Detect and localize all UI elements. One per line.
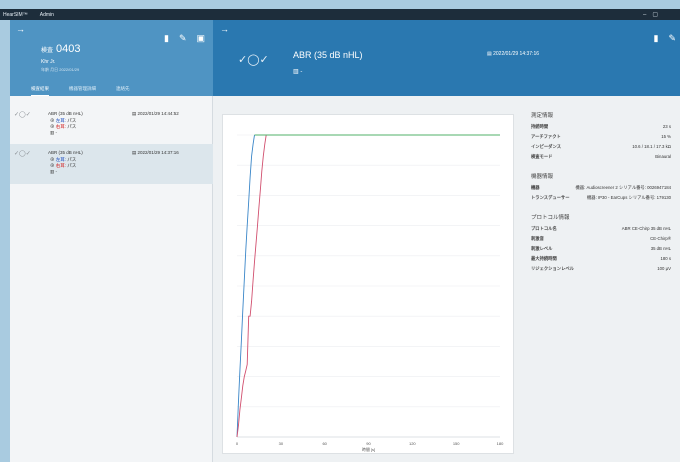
x-tick-label: 0 [236,441,239,446]
collapse-arrow-icon[interactable]: → [16,24,25,34]
measurement-info-title: 測定情報 [531,113,554,119]
info-value: 23 s [662,124,671,129]
info-row: 検査モード Binaural [531,154,671,160]
info-value: 180 s [660,256,671,261]
x-axis-label: 時間 [s] [362,446,375,452]
info-key: リジェクションレベル [531,266,574,271]
result-extra: ▥ - [50,169,58,174]
device-info-title: 機器情報 [531,174,554,180]
patient-id: 検査 0403 [41,43,81,55]
measurement-info: 持続時間 23 s アーチファクト 15 % インピーダンス 10.6 / 18.1 / … [531,124,671,160]
result-body: 0 30 60 90 120 150 180 時間 [s] 測定情報 持続時間 23 s アーチフ… [213,96,680,462]
info-value: 機器: IP30 - EarCups シリアル番号: 179130 [586,195,671,200]
info-row: 刺激レベル 35 dB nHL [531,246,671,252]
ear-status-icon: ✓◯✓ [14,112,31,118]
result-list-item[interactable]: ✓◯✓ ABR (35 dB nHL) ▤ 2022/01/29 14:37:1… [10,144,213,184]
info-row: 持続時間 23 s [531,124,671,130]
x-tick-label: 180 [497,441,504,446]
info-row: プロトコル名 ABR CE-Chirp 35 dB nHL [531,226,671,232]
result-title: ABR (35 dB nHL) [48,150,83,155]
info-value: 機器: Audioscreener 2 シリアル番号: 0026947184 [575,185,672,190]
edit-icon[interactable]: ✎ [668,33,676,44]
info-row: 機器 機器: Audioscreener 2 シリアル番号: 0026947184 [531,185,671,191]
patient-header: → ▮ ✎ ▣ 検査 0403 Khr Jr. 年齢 月日 2022/01/29 … [10,20,213,96]
info-value: 100 µV [657,266,671,271]
app-name: HearSIM™ [3,11,28,18]
app-frame: → ▮ ✎ ▣ 検査 0403 Khr Jr. 年齢 月日 2022/01/29 … [10,20,680,462]
info-key: インピーダンス [531,144,561,149]
info-row: アーチファクト 15 % [531,134,671,140]
back-arrow-icon[interactable]: → [220,24,229,34]
user-name: Admin [39,11,54,18]
info-value: 35 dB nHL [650,246,671,251]
x-tick-label: 150 [453,441,460,446]
patient-tabs: 検査結果 機器管理詳細 連絡先 [10,86,213,96]
abr-chart: 0 30 60 90 120 150 180 時間 [s] [236,134,504,452]
ear-status-icon: ✓◯✓ [14,151,31,157]
x-tick-label: 60 [322,441,327,446]
result-title: ABR (35 dB nHL) [48,111,83,116]
window-controls[interactable]: –▢ [643,11,664,18]
info-key: 刺激レベル [531,246,553,251]
info-key: トランスデューサー [531,195,570,200]
info-value: ABR CE-Chirp 35 dB nHL [621,226,671,231]
info-key: 検査モード [531,154,553,159]
x-tick-label: 90 [366,441,371,446]
tab-results[interactable]: 検査結果 [31,86,49,96]
smiley-pass-icon: ✓◯✓ [238,54,269,66]
info-value: 10.6 / 18.1 / 17.3 kΩ [632,144,671,149]
info-panel: 測定情報 持続時間 23 s アーチファクト 15 % インピーダンス 10.6 / 18… [531,111,671,276]
result-date: ▤ 2022/01/29 14:44:52 [132,111,179,116]
info-key: プロトコル名 [531,226,557,231]
info-row: 最大持続時間 180 s [531,256,671,262]
info-key: 持続時間 [531,124,549,129]
result-header: → ▮ ✎ ✓◯✓ ABR (35 dB nHL) ▥ - ▤ 2022/01/… [213,20,680,96]
info-value: Binaural [655,154,671,159]
info-value: CE-Chirp® [650,236,671,241]
x-tick-label: 30 [279,441,284,446]
result-header-date: ▤ 2022/01/29 14:37:16 [487,51,540,57]
patient-panel: → ▮ ✎ ▣ 検査 0403 Khr Jr. 年齢 月日 2022/01/29 … [10,20,213,462]
result-extra: ▥ - [50,130,58,135]
info-key: アーチファクト [531,134,561,139]
x-tick-label: 120 [409,441,416,446]
patient-detail: 年齢 月日 2022/01/29 [41,67,80,72]
info-key: 刺激音 [531,236,544,241]
protocol-info-title: プロトコル情報 [531,215,570,221]
device-info: 機器 機器: Audioscreener 2 シリアル番号: 0026947184… [531,185,671,201]
delete-icon[interactable]: ▮ [654,33,659,44]
print-icon[interactable]: ▣ [196,33,205,44]
info-key: 最大持続時間 [531,256,557,261]
info-key: 機器 [531,185,540,190]
info-row: リジェクションレベル 100 µV [531,266,671,272]
delete-icon[interactable]: ▮ [164,33,169,44]
tab-contacts[interactable]: 連絡先 [116,86,130,96]
title-bar: HearSIM™ Admin –▢ [0,9,680,20]
tab-device-details[interactable]: 機器管理詳細 [69,86,96,96]
result-list-item[interactable]: ✓◯✓ ABR (35 dB nHL) ▤ 2022/01/29 14:44:5… [10,105,213,145]
chart-card: 0 30 60 90 120 150 180 時間 [s] [222,114,514,454]
info-row: トランスデューサー 機器: IP30 - EarCups シリアル番号: 1791… [531,195,671,201]
result-header-sub: ▥ - [293,69,303,75]
edit-icon[interactable]: ✎ [179,33,187,44]
info-row: インピーダンス 10.6 / 18.1 / 17.3 kΩ [531,144,671,150]
result-date: ▤ 2022/01/29 14:37:16 [132,150,179,155]
protocol-info: プロトコル名 ABR CE-Chirp 35 dB nHL 刺激音 CE-Chirp®… [531,226,671,272]
info-row: 刺激音 CE-Chirp® [531,236,671,242]
patient-name: Khr Jr. [41,59,56,65]
result-header-title: ABR (35 dB nHL) [293,50,363,60]
info-value: 15 % [661,134,671,139]
